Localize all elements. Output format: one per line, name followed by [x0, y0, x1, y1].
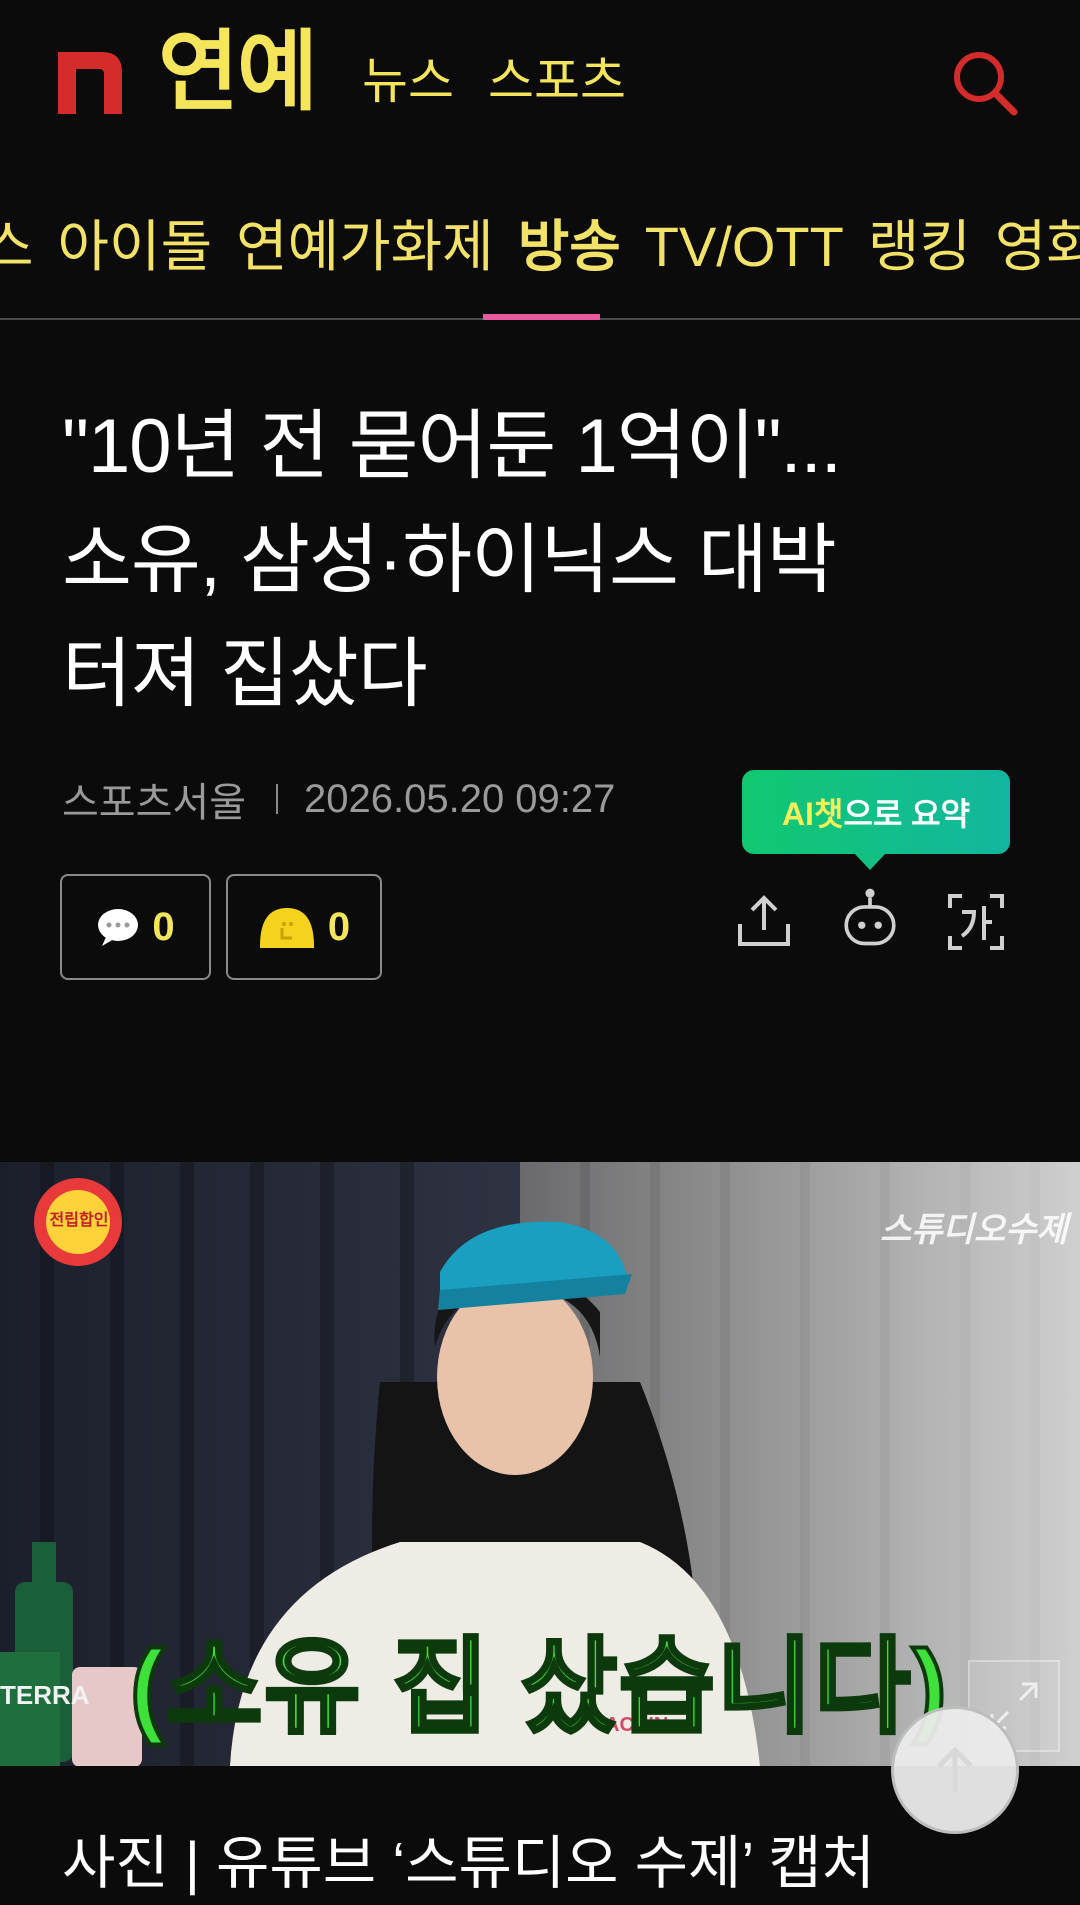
ai-summary-highlight: AI챗 — [781, 796, 844, 832]
nav-sports[interactable]: 스포츠 — [488, 56, 626, 106]
ai-summary-text: 으로 요약 — [843, 796, 971, 832]
tab-partial[interactable]: 스 — [0, 213, 34, 280]
font-size-icon[interactable] — [944, 890, 1008, 954]
tab-idol[interactable]: 아이돌 — [58, 213, 213, 280]
share-icon[interactable] — [732, 890, 796, 954]
photo-caption: 사진 | 유튜브 ‘스튜디오 수제’ 캡처 — [62, 1831, 875, 1896]
active-tab-indicator — [483, 314, 600, 320]
tab-ranking[interactable]: 랭킹 — [868, 213, 971, 280]
logo-n-icon[interactable] — [58, 52, 122, 114]
reaction-face-icon — [259, 908, 314, 948]
tab-tv-ott[interactable]: TV/OTT — [645, 213, 844, 280]
scroll-to-top-button[interactable] — [891, 1706, 1019, 1834]
reaction-count: 0 — [327, 904, 351, 949]
article-datetime: 2026.05.20 09:27 — [304, 776, 616, 821]
comment-icon — [98, 909, 139, 946]
category-tabs: 스 아이돌 연예가화제 방송 TV/OTT 랭킹 영화 — [0, 205, 1080, 320]
can-label: TERRA — [0, 1680, 90, 1710]
tab-movie[interactable]: 영화 — [995, 213, 1080, 280]
ai-bot-icon[interactable] — [838, 885, 902, 949]
photo-badge: 전립합인 — [49, 1212, 109, 1229]
ai-summary-tooltip[interactable]: AI챗 으로 요약 — [742, 770, 1010, 870]
nav-news[interactable]: 뉴스 — [362, 56, 454, 106]
article-title: "10년 전 묻어둔 1억이"... 소유, 삼성·하이닉스 대박 터져 집샀다 — [62, 390, 1022, 732]
photo-watermark: 스튜디오수제 — [880, 1211, 1068, 1249]
title-line: 터져 집샀다 — [62, 632, 428, 717]
comment-button[interactable]: 0 — [60, 874, 211, 980]
title-line: "10년 전 묻어둔 1억이"... — [62, 404, 842, 489]
photo-subtitle: (소유 집 샀습니다) — [128, 1628, 949, 1748]
tab-entertainment-topics[interactable]: 연예가화제 — [236, 213, 494, 280]
search-icon[interactable] — [950, 48, 1020, 118]
article-meta: 스포츠서울 2026.05.20 09:27 — [62, 770, 615, 828]
arrow-up-icon — [937, 1746, 973, 1792]
comment-count: 0 — [152, 904, 175, 949]
meta-divider — [276, 784, 278, 814]
top-nav: 뉴스 스포츠 — [362, 56, 626, 106]
article-source[interactable]: 스포츠서울 — [62, 770, 246, 828]
brand-title[interactable]: 연예 — [158, 28, 318, 116]
top-bar: 연예 뉴스 스포츠 — [0, 0, 1080, 165]
reaction-button[interactable]: 0 — [226, 874, 382, 980]
tab-broadcast[interactable]: 방송 — [518, 213, 621, 280]
title-line: 소유, 삼성·하이닉스 대박 — [62, 518, 837, 603]
article-photo[interactable]: 전립합인 스튜디오수제 TERRA ACHIN (소유 집 샀습니다) — [0, 1162, 1080, 1766]
